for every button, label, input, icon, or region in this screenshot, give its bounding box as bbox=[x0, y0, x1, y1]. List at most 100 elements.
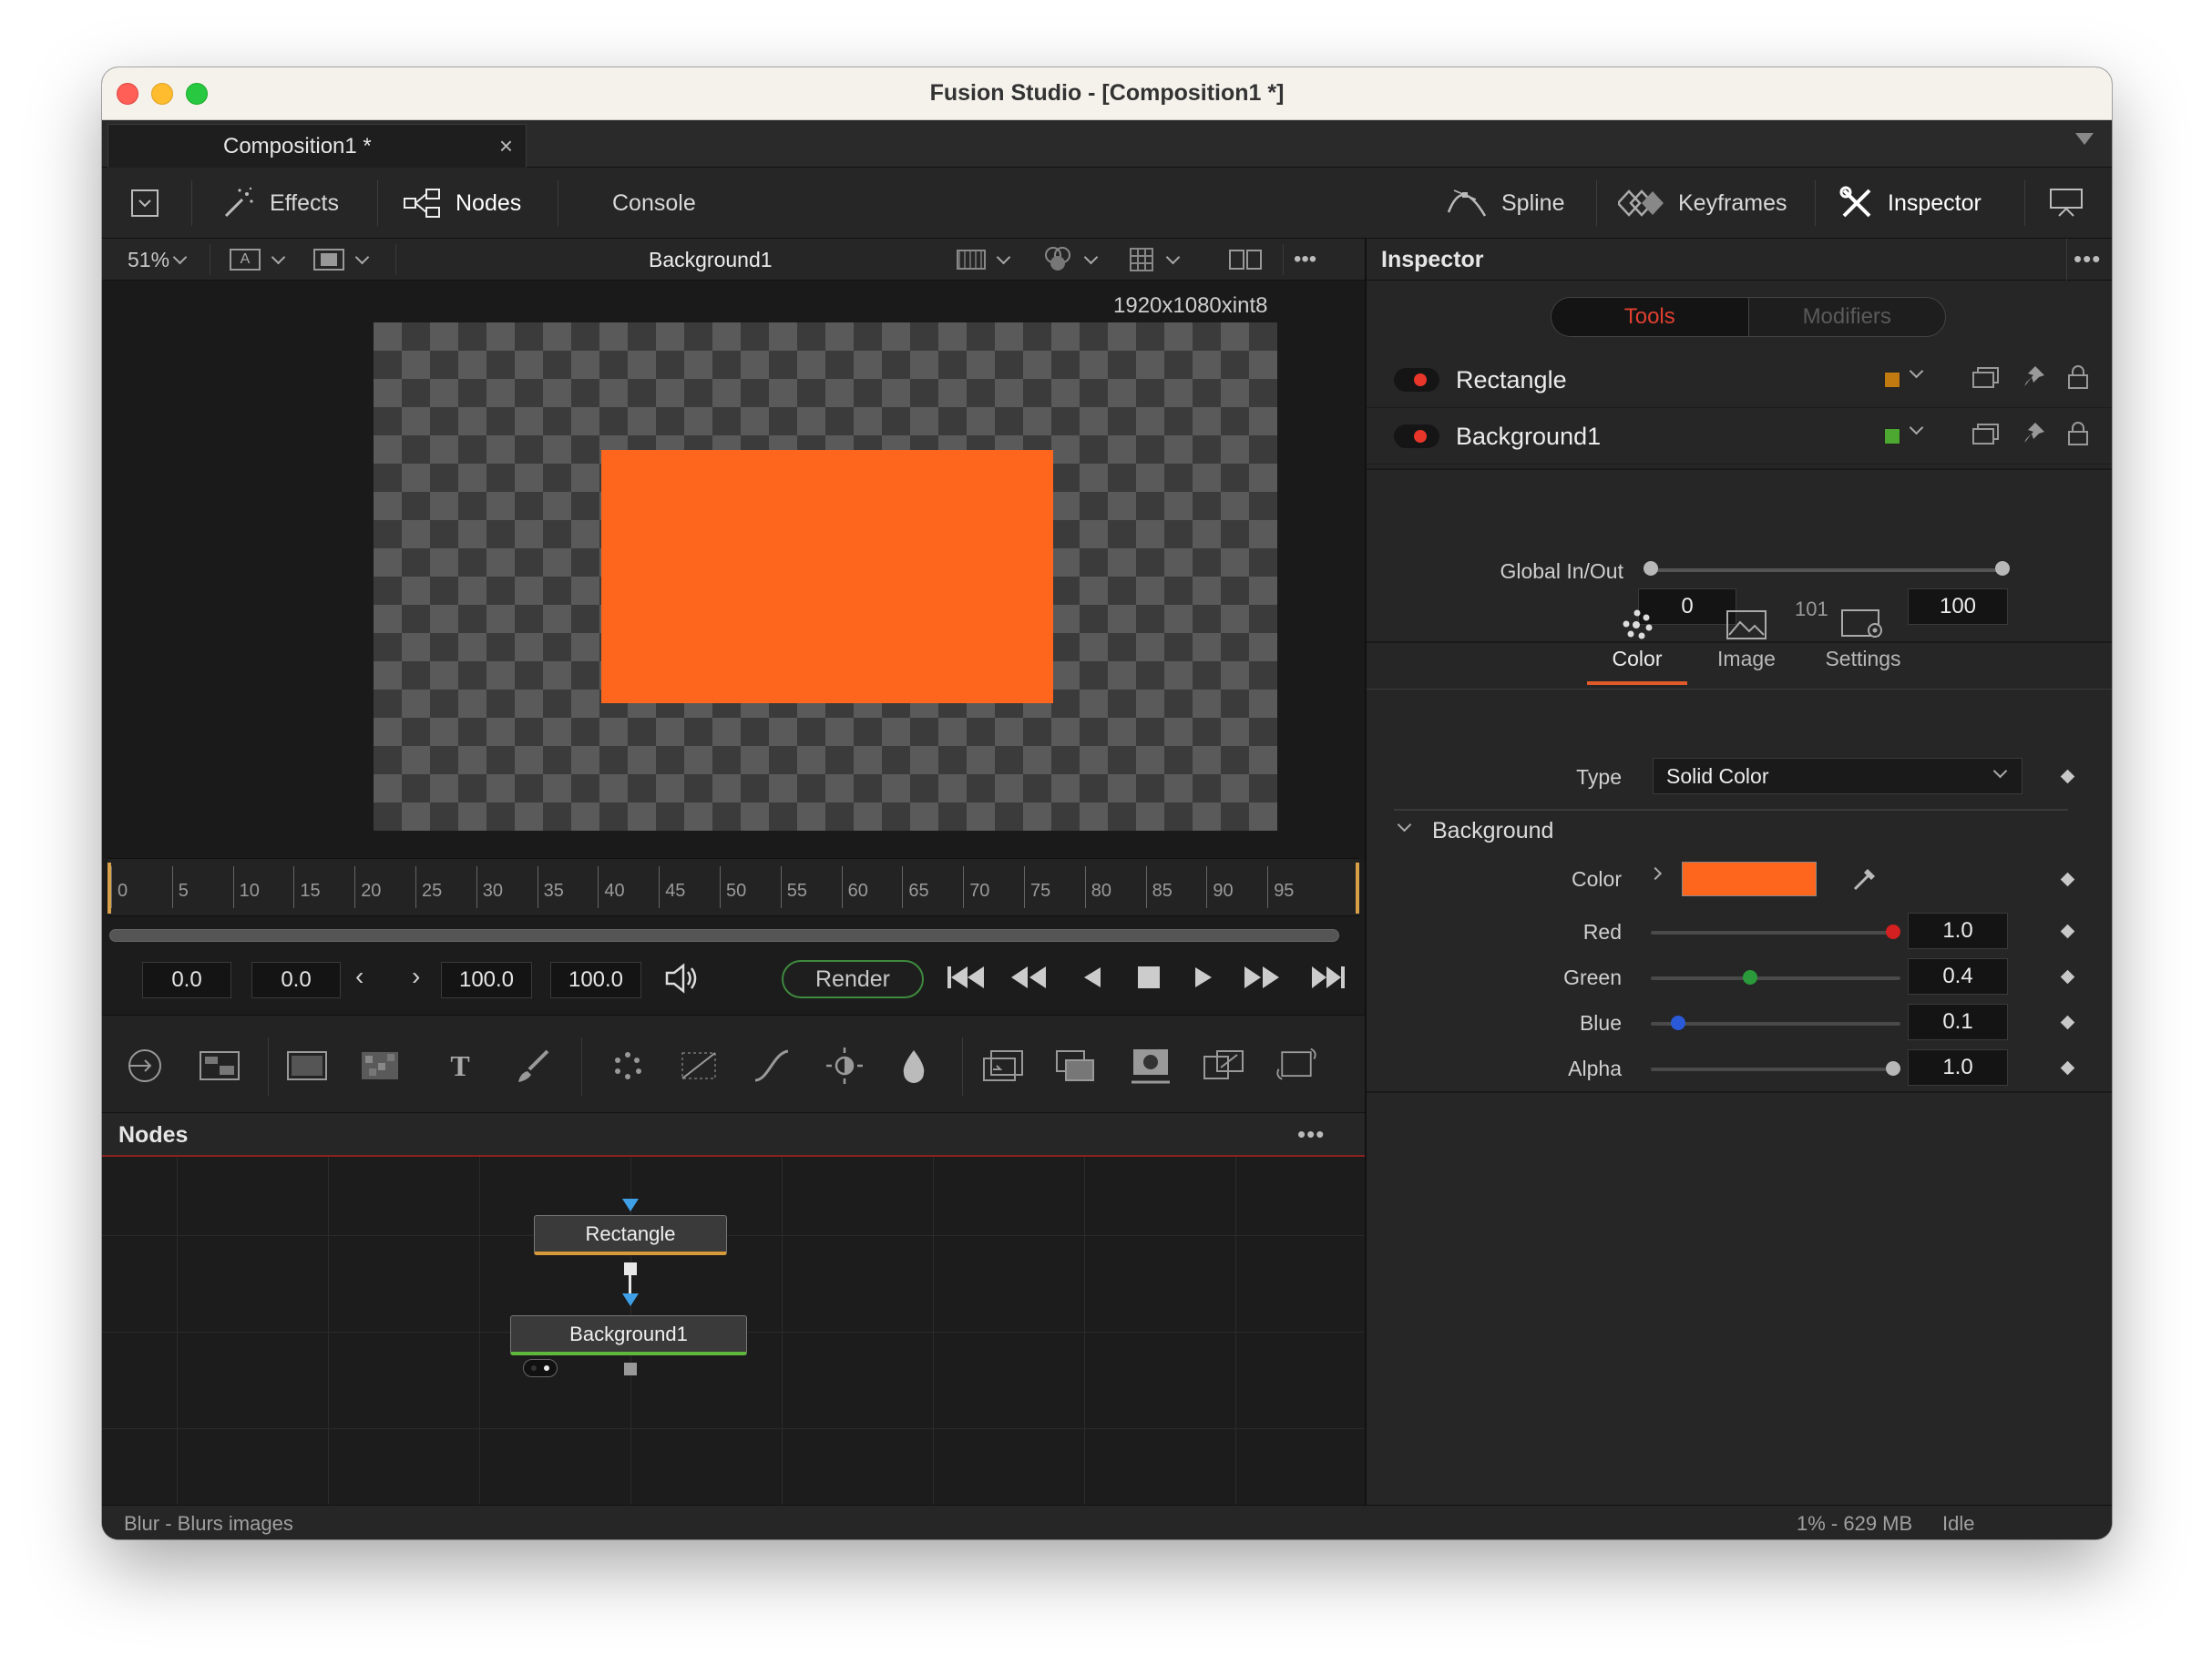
close-window-button[interactable] bbox=[117, 83, 138, 105]
keyframe-diamond-icon[interactable] bbox=[2060, 924, 2075, 939]
layout-toggle-button[interactable] bbox=[129, 168, 160, 239]
tool-enable-toggle[interactable] bbox=[1394, 424, 1439, 448]
background-output-port[interactable] bbox=[624, 1363, 637, 1375]
keyframe-diamond-icon[interactable] bbox=[2060, 969, 2075, 985]
resize-tool-icon[interactable] bbox=[1274, 1043, 1319, 1088]
tab-modifiers[interactable]: Modifiers bbox=[1749, 298, 1946, 336]
channel-value-field[interactable]: 0.4 bbox=[1908, 958, 2008, 995]
lock-icon[interactable] bbox=[2066, 421, 2090, 446]
lock-icon[interactable] bbox=[2066, 364, 2090, 390]
canvas-checkerboard[interactable] bbox=[374, 322, 1277, 831]
tab-color[interactable]: Color bbox=[1587, 603, 1687, 685]
viewer[interactable]: 1920x1080xint8 bbox=[102, 281, 1365, 858]
tab-tools[interactable]: Tools bbox=[1551, 298, 1749, 336]
go-to-start-icon[interactable] bbox=[946, 964, 988, 998]
color-swatch-button[interactable] bbox=[1682, 862, 1817, 896]
merge-tool-icon[interactable] bbox=[980, 1043, 1026, 1088]
minimize-window-button[interactable] bbox=[151, 83, 173, 105]
background-view-indicator[interactable] bbox=[523, 1359, 558, 1377]
tab-menu-icon[interactable] bbox=[2075, 133, 2094, 145]
text-tool-icon[interactable]: T bbox=[437, 1043, 483, 1088]
reset-icon[interactable] bbox=[2110, 364, 2112, 390]
transform-tool-icon[interactable] bbox=[1201, 1043, 1246, 1088]
node-editor[interactable]: Rectangle Background1 bbox=[102, 1157, 1365, 1505]
render-end-field[interactable]: 100.0 bbox=[441, 962, 532, 998]
global-out-handle[interactable] bbox=[1995, 561, 2010, 576]
zoom-dropdown[interactable]: 51% bbox=[128, 239, 188, 281]
reset-icon[interactable] bbox=[2110, 421, 2112, 446]
tab-composition1[interactable]: Composition1 * × bbox=[108, 124, 527, 168]
channel-slider-knob[interactable] bbox=[1886, 925, 1900, 939]
node-rectangle[interactable]: Rectangle bbox=[534, 1215, 727, 1255]
render-end-marker[interactable] bbox=[1356, 863, 1359, 914]
buffer-a-dropdown[interactable]: A bbox=[230, 239, 286, 281]
go-to-end-icon[interactable] bbox=[1310, 964, 1347, 998]
metadata-panel-button[interactable] bbox=[2048, 168, 2084, 239]
versions-icon[interactable] bbox=[1971, 365, 2001, 389]
tool-color-swatch[interactable] bbox=[1884, 428, 1900, 445]
polygon-tool-icon[interactable] bbox=[676, 1043, 722, 1088]
keyframes-button[interactable]: Keyframes bbox=[1618, 168, 1787, 239]
rectangle-input-arrow[interactable] bbox=[622, 1199, 639, 1211]
background-input-arrow[interactable] bbox=[622, 1293, 639, 1306]
chevron-down-icon[interactable] bbox=[1909, 363, 1924, 379]
channel-value-field[interactable]: 0.1 bbox=[1908, 1004, 2008, 1040]
global-start-field[interactable]: 0.0 bbox=[142, 962, 231, 998]
channel-slider[interactable] bbox=[1651, 931, 1900, 935]
channel-slider-knob[interactable] bbox=[1742, 970, 1757, 985]
tool-row-rectangle[interactable]: Rectangle bbox=[1367, 352, 2112, 408]
channel-value-field[interactable]: 1.0 bbox=[1908, 1049, 2008, 1086]
chevron-down-icon[interactable] bbox=[1909, 420, 1924, 435]
split-view-button[interactable] bbox=[1228, 239, 1263, 281]
view-mode-dropdown[interactable] bbox=[313, 239, 370, 281]
console-button[interactable]: Console bbox=[612, 168, 696, 239]
inspector-button[interactable]: Inspector bbox=[1838, 168, 1982, 239]
grid-dropdown[interactable] bbox=[1128, 239, 1181, 281]
keyframe-diamond-icon[interactable] bbox=[2060, 1015, 2075, 1030]
play-reverse-icon[interactable] bbox=[1080, 964, 1104, 998]
tool-row-background1[interactable]: Background1 bbox=[1367, 408, 2112, 465]
eyedropper-icon[interactable] bbox=[1849, 864, 1880, 894]
paint-tool-icon[interactable] bbox=[510, 1043, 556, 1088]
collapse-chevron-icon[interactable] bbox=[1397, 817, 1412, 833]
zoom-window-button[interactable] bbox=[186, 83, 208, 105]
fast-noise-tool-icon[interactable] bbox=[357, 1043, 403, 1088]
render-start-field[interactable]: 0.0 bbox=[251, 962, 341, 998]
loader-tool-icon[interactable] bbox=[122, 1043, 168, 1088]
audio-icon[interactable] bbox=[663, 962, 700, 1002]
pin-icon[interactable] bbox=[2021, 421, 2046, 446]
roi-dropdown[interactable] bbox=[957, 239, 1011, 281]
tab-image[interactable]: Image bbox=[1696, 603, 1797, 685]
expand-chevron-icon[interactable] bbox=[1648, 866, 1663, 881]
tab-settings[interactable]: Settings bbox=[1806, 603, 1920, 685]
particles-tool-icon[interactable] bbox=[605, 1043, 650, 1088]
timeline-scrollbar[interactable] bbox=[109, 929, 1339, 942]
background-tool-icon[interactable] bbox=[284, 1043, 330, 1088]
channel-slider[interactable] bbox=[1651, 1022, 1900, 1026]
rewind-icon[interactable] bbox=[1009, 964, 1048, 998]
global-out-field[interactable]: 100 bbox=[1908, 588, 2008, 625]
spline-button[interactable]: Spline bbox=[1445, 168, 1565, 239]
color-corrector-tool-icon[interactable] bbox=[891, 1043, 937, 1088]
node-background1[interactable]: Background1 bbox=[510, 1315, 747, 1355]
type-dropdown[interactable]: Solid Color bbox=[1653, 758, 2023, 794]
global-end-field[interactable]: 100.0 bbox=[550, 962, 641, 998]
time-ruler[interactable]: 0 5 10 15 20 25 30 35 40 45 50 55 60 65 70 75 80 85 90 95 bbox=[108, 858, 1359, 916]
versions-icon[interactable] bbox=[1971, 422, 2001, 445]
step-forward-icon[interactable]: › bbox=[412, 962, 420, 991]
viewer-more-button[interactable]: ••• bbox=[1294, 239, 1316, 281]
saver-tool-icon[interactable] bbox=[197, 1043, 242, 1088]
effects-button[interactable]: Effects bbox=[220, 168, 339, 239]
keyframe-diamond-icon[interactable] bbox=[2060, 872, 2075, 887]
background-section-title[interactable]: Background bbox=[1432, 818, 1553, 844]
inspector-more-button[interactable]: ••• bbox=[2074, 245, 2101, 273]
play-icon[interactable] bbox=[1192, 964, 1215, 998]
channel-slider-knob[interactable] bbox=[1671, 1016, 1686, 1030]
render-button[interactable]: Render bbox=[782, 960, 924, 998]
channel-slider-knob[interactable] bbox=[1886, 1061, 1900, 1076]
keyframe-diamond-icon[interactable] bbox=[2060, 1060, 2075, 1076]
channels-dropdown[interactable] bbox=[1042, 239, 1099, 281]
channel-slider[interactable] bbox=[1651, 976, 1900, 980]
nodes-button[interactable]: Nodes bbox=[403, 168, 521, 239]
nodes-more-button[interactable]: ••• bbox=[1297, 1120, 1325, 1149]
